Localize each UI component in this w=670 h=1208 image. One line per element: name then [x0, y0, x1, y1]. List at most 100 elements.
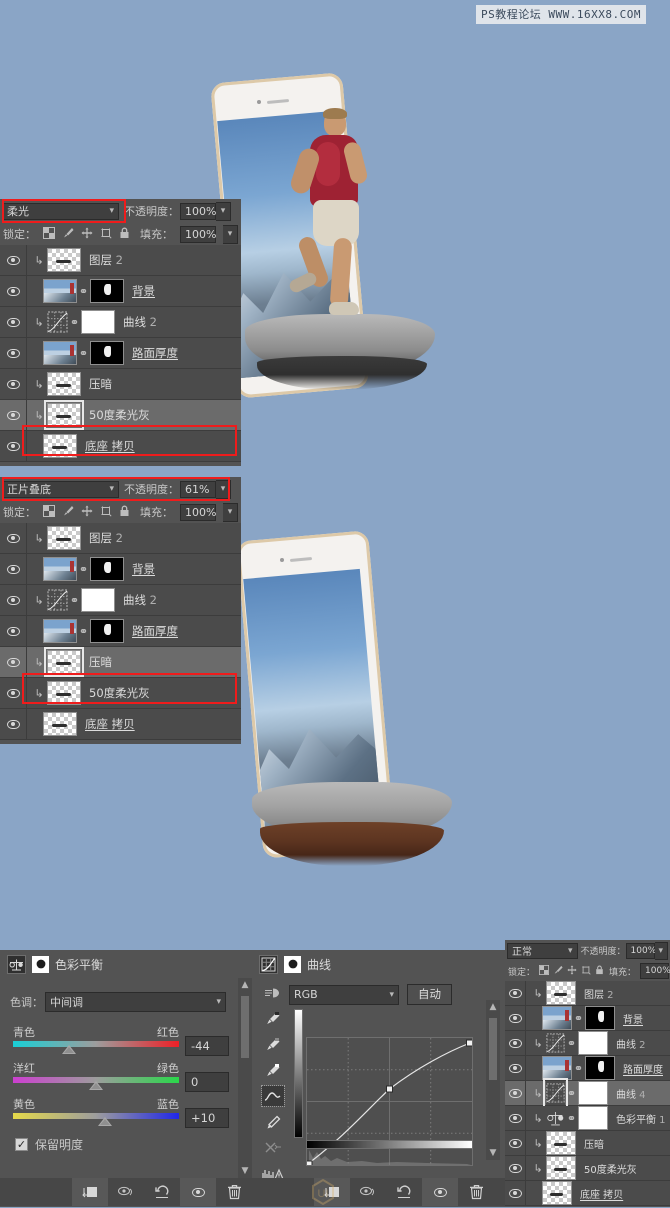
reset-icon[interactable]: [144, 1178, 180, 1206]
visibility-icon[interactable]: [422, 1178, 458, 1206]
layer-row[interactable]: ↳ 图层 2: [0, 245, 241, 276]
scroll-down-arrow-icon[interactable]: ▼: [238, 1164, 252, 1178]
layer-thumbnail-transparent[interactable]: [43, 434, 77, 458]
layer-mask-thumbnail[interactable]: [585, 1056, 615, 1080]
clip-to-layer-icon[interactable]: [72, 1178, 108, 1206]
fill-value-right[interactable]: 100%: [640, 963, 670, 979]
layer-mask-thumbnail[interactable]: [578, 1081, 608, 1105]
white-point-eyedropper-icon[interactable]: [262, 1060, 284, 1080]
layer-row[interactable]: ↳ 图层 2: [0, 523, 241, 554]
artboard-icon[interactable]: [100, 505, 112, 520]
slider-magenta-green-value[interactable]: 0: [185, 1072, 229, 1092]
pencil-tool-icon[interactable]: [262, 1112, 284, 1132]
curve-point-tool-icon[interactable]: [261, 1085, 285, 1107]
mask-link-icon[interactable]: ⚭: [77, 285, 90, 298]
layer-visibility-toggle[interactable]: [505, 1156, 526, 1180]
scrollbar-thumb[interactable]: [489, 1018, 497, 1080]
layer-visibility-toggle[interactable]: [505, 1181, 526, 1205]
layer-row[interactable]: ↳ 压暗: [505, 1131, 670, 1156]
layer-visibility-toggle[interactable]: [0, 616, 27, 646]
blend-mode-select-top[interactable]: 柔光 ▾: [2, 202, 119, 220]
layer-thumbnail-transparent[interactable]: [47, 681, 81, 705]
layer-row[interactable]: ↳ ⚭ 色彩平衡 1: [505, 1106, 670, 1131]
mask-link-icon[interactable]: ⚭: [565, 1112, 578, 1125]
layer-thumbnail-photo[interactable]: [542, 1056, 572, 1080]
curves-scrollbar[interactable]: ▲ ▼: [486, 1000, 500, 1160]
layer-visibility-toggle[interactable]: [0, 523, 27, 553]
layer-thumbnail-photo[interactable]: [43, 557, 77, 581]
move-icon[interactable]: [567, 964, 577, 978]
brush-icon[interactable]: [62, 505, 74, 520]
slider-yellow-blue-value[interactable]: +10: [185, 1108, 229, 1128]
tone-select[interactable]: 中间调 ▾: [45, 992, 226, 1012]
transparent-pixels-icon[interactable]: [43, 226, 55, 242]
toggle-previous-icon[interactable]: [350, 1178, 386, 1206]
layer-visibility-toggle[interactable]: [505, 1131, 526, 1155]
layer-visibility-toggle[interactable]: [505, 1056, 526, 1080]
color-balance-scrollbar[interactable]: ▲ ▼: [238, 978, 252, 1178]
layer-thumbnail-transparent[interactable]: [546, 1131, 576, 1155]
scroll-down-arrow-icon[interactable]: ▼: [486, 1146, 500, 1160]
layer-visibility-toggle[interactable]: [0, 678, 27, 708]
fill-stepper-chevron-icon[interactable]: ▾: [223, 502, 238, 522]
smooth-curve-icon[interactable]: [262, 1138, 284, 1158]
artboard-icon[interactable]: [581, 965, 591, 978]
fill-value-top[interactable]: 100%: [180, 225, 216, 243]
slider-yellow-blue-track[interactable]: [13, 1113, 179, 1126]
layer-visibility-toggle[interactable]: [0, 369, 27, 399]
layer-mask-thumbnail[interactable]: [90, 619, 124, 643]
auto-button[interactable]: 自动: [407, 984, 452, 1005]
channel-select[interactable]: RGB ▾: [289, 984, 399, 1005]
layer-visibility-toggle[interactable]: [0, 585, 27, 615]
lock-icon[interactable]: [119, 505, 130, 520]
layer-visibility-toggle[interactable]: [0, 709, 27, 739]
layer-thumbnail-curves[interactable]: [47, 310, 68, 334]
layer-visibility-toggle[interactable]: [505, 1031, 526, 1055]
layer-row[interactable]: ⚭ 背景: [505, 1006, 670, 1031]
artboard-icon[interactable]: [100, 227, 112, 242]
brush-icon[interactable]: [553, 965, 563, 978]
mask-link-icon[interactable]: ⚭: [68, 316, 81, 329]
layer-thumbnail-transparent[interactable]: [44, 647, 84, 677]
preserve-luminosity-checkbox[interactable]: ✓: [15, 1138, 28, 1151]
layer-row[interactable]: ⚭ 背景: [0, 276, 241, 307]
slider-magenta-green-knob[interactable]: [89, 1081, 103, 1090]
layer-thumbnail-transparent[interactable]: [546, 981, 576, 1005]
slider-magenta-green-track[interactable]: [13, 1077, 179, 1090]
layer-row[interactable]: 底座 拷贝: [505, 1181, 670, 1206]
move-icon[interactable]: [81, 227, 93, 242]
layer-row[interactable]: ↳ 50度柔光灰: [505, 1156, 670, 1181]
opacity-value-mid[interactable]: 61%: [180, 480, 216, 498]
preset-icon[interactable]: [264, 986, 281, 1003]
layer-thumbnail-transparent[interactable]: [47, 372, 81, 396]
mask-link-icon[interactable]: ⚭: [565, 1087, 578, 1100]
blend-mode-select-right[interactable]: 正常 ▾: [507, 942, 578, 959]
layer-visibility-toggle[interactable]: [0, 245, 27, 275]
mask-link-icon[interactable]: ⚭: [565, 1037, 578, 1050]
layer-row[interactable]: ↳ ⚭ 曲线 2: [505, 1031, 670, 1056]
reset-icon[interactable]: [386, 1178, 422, 1206]
layer-thumbnail-curves[interactable]: [543, 1078, 568, 1108]
layer-mask-thumbnail[interactable]: [578, 1031, 608, 1055]
delete-icon[interactable]: [216, 1178, 252, 1206]
layer-thumbnail-transparent[interactable]: [43, 712, 77, 736]
scroll-up-arrow-icon[interactable]: ▲: [238, 978, 252, 992]
layer-row[interactable]: ↳ 图层 2: [505, 981, 670, 1006]
layer-row[interactable]: ↳ 压暗: [0, 369, 241, 400]
slider-cyan-red-value[interactable]: -44: [185, 1036, 229, 1056]
mask-link-icon[interactable]: ⚭: [77, 563, 90, 576]
slider-yellow-blue-knob[interactable]: [98, 1117, 112, 1126]
fill-stepper-chevron-icon[interactable]: ▾: [223, 224, 238, 244]
layer-mask-thumbnail[interactable]: [90, 279, 124, 303]
mask-link-icon[interactable]: ⚭: [572, 1012, 585, 1025]
transparent-pixels-icon[interactable]: [539, 964, 550, 978]
layer-mask-thumbnail[interactable]: [81, 588, 115, 612]
transparent-pixels-icon[interactable]: [43, 504, 55, 520]
layer-visibility-toggle[interactable]: [505, 1006, 526, 1030]
layer-row[interactable]: ↳ 压暗: [0, 647, 241, 678]
slider-cyan-red-track[interactable]: [13, 1041, 179, 1054]
layer-visibility-toggle[interactable]: [505, 981, 526, 1005]
layer-visibility-toggle[interactable]: [0, 307, 27, 337]
layer-mask-thumbnail[interactable]: [578, 1106, 608, 1130]
layer-row[interactable]: 底座 拷贝: [0, 431, 241, 462]
